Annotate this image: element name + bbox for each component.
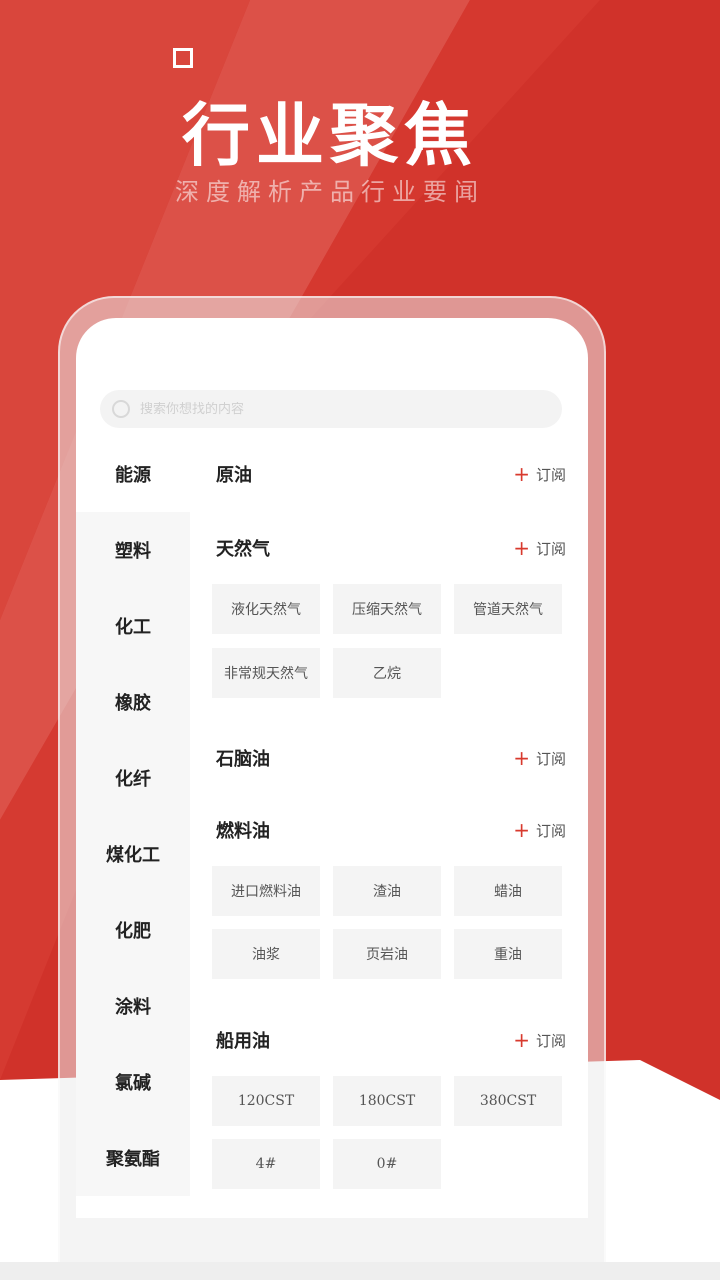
category-row: 石脑油 + 订阅 xyxy=(216,738,566,778)
subcategory-chip[interactable]: 0# xyxy=(333,1139,441,1189)
hero-title: 行业聚焦 xyxy=(181,96,478,176)
sidebar-item-fertilizer[interactable]: 化肥 xyxy=(76,892,190,968)
subscribe-button[interactable]: + 订阅 xyxy=(513,746,566,770)
bottom-strip xyxy=(0,1262,720,1280)
category-row: 燃料油 + 订阅 xyxy=(216,810,566,850)
hero-subtitle: 深度解析产品行业要闻 xyxy=(175,178,485,206)
sidebar-item-rubber[interactable]: 橡胶 xyxy=(76,664,190,740)
subscribe-label: 订阅 xyxy=(535,465,566,484)
sidebar-item-coal-chemical[interactable]: 煤化工 xyxy=(76,816,190,892)
category-title: 天然气 xyxy=(216,539,270,560)
subcategory-chip[interactable]: 渣油 xyxy=(333,866,441,916)
plus-icon: + xyxy=(513,1028,530,1052)
subcategory-chip[interactable]: 压缩天然气 xyxy=(333,584,441,634)
search-icon xyxy=(112,400,130,418)
search-input[interactable] xyxy=(140,401,520,417)
sidebar-item-polyurethane[interactable]: 聚氨酯 xyxy=(76,1120,190,1196)
subscribe-label: 订阅 xyxy=(535,1031,566,1050)
subcategory-chip[interactable]: 乙烷 xyxy=(333,648,441,698)
category-title: 燃料油 xyxy=(216,821,270,842)
subcategory-chip[interactable]: 油浆 xyxy=(212,929,320,979)
category-content: 原油 + 订阅 天然气 + 订阅 液化天然气 压缩天然气 管道天然气 非常规天然气 … xyxy=(190,436,588,1218)
subcategory-chip[interactable]: 非常规天然气 xyxy=(212,648,320,698)
subcategory-chip[interactable]: 重油 xyxy=(454,929,562,979)
sidebar-item-coatings[interactable]: 涂料 xyxy=(76,968,190,1044)
sidebar-item-chlor-alkali[interactable]: 氯碱 xyxy=(76,1044,190,1120)
category-row: 船用油 + 订阅 xyxy=(216,1020,566,1060)
category-sidebar: 能源 塑料 化工 橡胶 化纤 煤化工 化肥 涂料 氯碱 聚氨酯 xyxy=(76,436,190,1218)
subcategory-chip[interactable]: 180CST xyxy=(333,1076,441,1126)
category-title: 原油 xyxy=(216,465,252,486)
sidebar-item-plastics[interactable]: 塑料 xyxy=(76,512,190,588)
sidebar-item-chemicals[interactable]: 化工 xyxy=(76,588,190,664)
search-bar[interactable] xyxy=(100,390,562,428)
subscribe-button[interactable]: + 订阅 xyxy=(513,1028,566,1052)
sidebar-item-energy[interactable]: 能源 xyxy=(76,436,190,512)
subcategory-chip[interactable]: 管道天然气 xyxy=(454,584,562,634)
plus-icon: + xyxy=(513,462,530,486)
category-title: 船用油 xyxy=(216,1031,270,1052)
category-row: 天然气 + 订阅 xyxy=(216,528,566,568)
category-title: 石脑油 xyxy=(216,749,270,770)
subscribe-label: 订阅 xyxy=(535,749,566,768)
subscribe-label: 订阅 xyxy=(535,539,566,558)
subcategory-chip[interactable]: 进口燃料油 xyxy=(212,866,320,916)
plus-icon: + xyxy=(513,818,530,842)
subscribe-button[interactable]: + 订阅 xyxy=(513,818,566,842)
subcategory-chip[interactable]: 蜡油 xyxy=(454,866,562,916)
subcategory-chip[interactable]: 液化天然气 xyxy=(212,584,320,634)
subcategory-chip[interactable]: 4# xyxy=(212,1139,320,1189)
subscribe-button[interactable]: + 订阅 xyxy=(513,462,566,486)
subscribe-label: 订阅 xyxy=(535,821,566,840)
subcategory-chip[interactable]: 120CST xyxy=(212,1076,320,1126)
category-row: 原油 + 订阅 xyxy=(216,454,566,494)
subscribe-button[interactable]: + 订阅 xyxy=(513,536,566,560)
subcategory-chip[interactable]: 页岩油 xyxy=(333,929,441,979)
plus-icon: + xyxy=(513,536,530,560)
sidebar-item-chemical-fiber[interactable]: 化纤 xyxy=(76,740,190,816)
plus-icon: + xyxy=(513,746,530,770)
subcategory-chip[interactable]: 380CST xyxy=(454,1076,562,1126)
hero-square-icon xyxy=(173,48,193,68)
phone-screen: 能源 塑料 化工 橡胶 化纤 煤化工 化肥 涂料 氯碱 聚氨酯 原油 + 订阅 天… xyxy=(76,318,588,1218)
